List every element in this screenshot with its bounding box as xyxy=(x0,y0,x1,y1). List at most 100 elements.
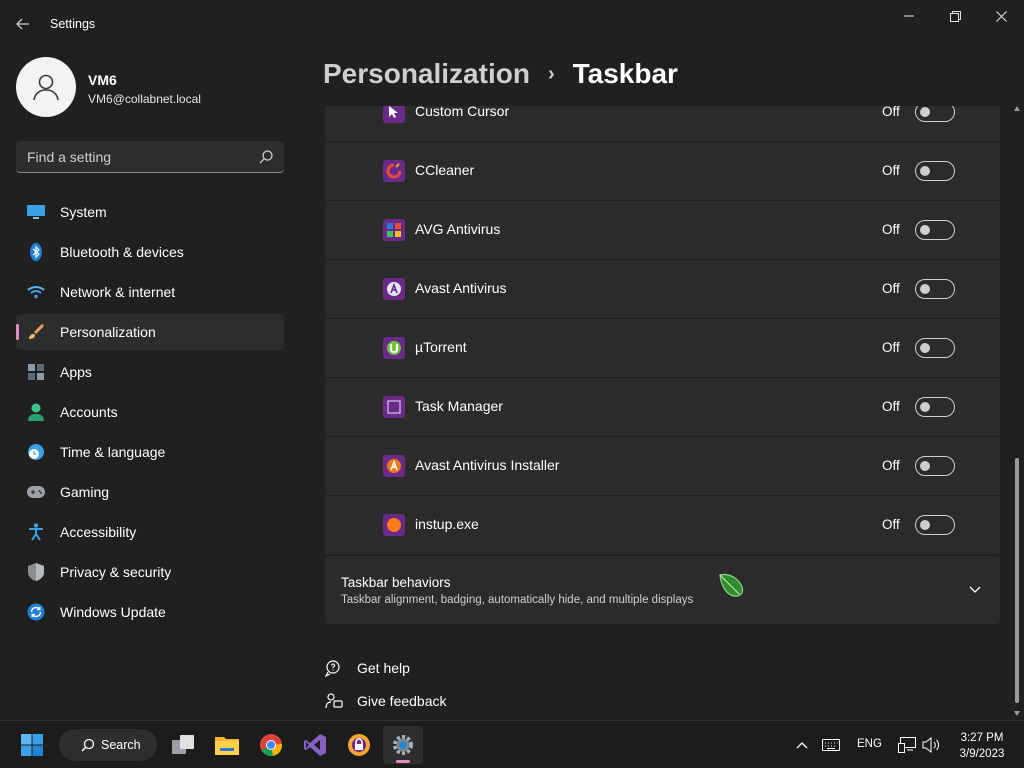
list-item: Avast Antivirus Installer Off xyxy=(325,437,1000,496)
visual-studio-button[interactable] xyxy=(295,726,335,764)
person-icon xyxy=(27,403,45,421)
task-view-button[interactable] xyxy=(163,726,203,764)
taskbar-overflow-app-list: Custom Cursor Off CCleaner Off AVG Antiv… xyxy=(325,106,1000,555)
sidebar-item-system[interactable]: System xyxy=(16,194,284,230)
clock-time: 3:27 PM xyxy=(960,732,1004,744)
folder-icon xyxy=(215,737,239,755)
sidebar-item-windows-update[interactable]: Windows Update xyxy=(16,594,284,630)
close-button[interactable] xyxy=(978,0,1024,32)
brush-icon xyxy=(27,323,45,341)
app-toggle-switch[interactable] xyxy=(915,161,955,181)
app-toggle-switch[interactable] xyxy=(915,106,955,122)
ccleaner-icon xyxy=(383,160,405,182)
speaker-icon xyxy=(922,737,940,753)
get-help-link[interactable]: Get help xyxy=(325,659,410,677)
scroll-up-arrow-icon[interactable] xyxy=(1014,106,1020,111)
chevron-down-icon xyxy=(969,586,981,593)
minimize-button[interactable] xyxy=(886,0,932,32)
minimize-icon xyxy=(904,15,914,17)
sidebar-item-apps[interactable]: Apps xyxy=(16,354,284,390)
globe-clock-icon xyxy=(27,443,45,461)
get-help-label: Get help xyxy=(357,660,410,676)
sidebar-item-label: Accessibility xyxy=(60,524,137,540)
sidebar-item-label: System xyxy=(60,204,107,220)
settings-taskbar-button[interactable] xyxy=(383,726,423,764)
search-placeholder: Find a setting xyxy=(27,149,112,165)
instup-icon xyxy=(383,514,405,536)
app-toggle-switch[interactable] xyxy=(915,279,955,299)
visual-studio-icon xyxy=(304,734,326,756)
sidebar-item-accounts[interactable]: Accounts xyxy=(16,394,284,430)
app-toggle-switch[interactable] xyxy=(915,220,955,240)
give-feedback-label: Give feedback xyxy=(357,693,447,709)
gear-icon xyxy=(393,735,413,755)
list-item: Task Manager Off xyxy=(325,378,1000,437)
settings-search-input[interactable]: Find a setting xyxy=(16,141,284,173)
app-toggle-switch[interactable] xyxy=(915,338,955,358)
chrome-button[interactable] xyxy=(251,726,291,764)
avast-installer-icon xyxy=(383,455,405,477)
sidebar-nav: System Bluetooth & devices Network & int… xyxy=(16,194,284,634)
avast-secure-browser-button[interactable] xyxy=(339,726,379,764)
list-item: Custom Cursor Off xyxy=(325,106,1000,142)
toggle-state-label: Off xyxy=(882,517,900,532)
sidebar-item-network-internet[interactable]: Network & internet xyxy=(16,274,284,310)
sidebar-item-label: Accounts xyxy=(60,404,118,420)
sidebar-item-time-language[interactable]: Time & language xyxy=(16,434,284,470)
breadcrumb-parent-personalization[interactable]: Personalization xyxy=(323,58,530,90)
gamepad-icon xyxy=(27,483,45,501)
volume-button[interactable] xyxy=(920,721,942,768)
sidebar-item-bluetooth-devices[interactable]: Bluetooth & devices xyxy=(16,234,284,270)
user-profile[interactable]: VM6 VM6@collabnet.local xyxy=(16,57,286,117)
list-item: CCleaner Off xyxy=(325,142,1000,201)
task-view-icon xyxy=(172,735,194,754)
windows-taskbar: Search ENG 3:27 PM 3/9/2023 xyxy=(0,720,1024,768)
sidebar-item-privacy-security[interactable]: Privacy & security xyxy=(16,554,284,590)
network-status-button[interactable] xyxy=(896,721,918,768)
breadcrumb: Personalization › Taskbar xyxy=(323,58,678,90)
give-feedback-link[interactable]: Give feedback xyxy=(325,692,447,710)
app-toggle-switch[interactable] xyxy=(915,397,955,417)
sidebar-item-gaming[interactable]: Gaming xyxy=(16,474,284,510)
scroll-down-arrow-icon[interactable] xyxy=(1014,711,1020,716)
scroll-thumb[interactable] xyxy=(1015,458,1019,703)
app-name: Avast Antivirus xyxy=(415,280,507,296)
touch-keyboard-button[interactable] xyxy=(820,721,842,768)
windows-logo-icon xyxy=(21,734,43,756)
restore-button[interactable] xyxy=(932,0,978,32)
chevron-up-icon xyxy=(796,742,808,749)
toggle-knob xyxy=(920,343,930,353)
toggle-knob xyxy=(920,225,930,235)
restore-icon xyxy=(949,10,961,22)
start-button[interactable] xyxy=(12,726,52,764)
input-language-indicator[interactable]: ENG xyxy=(857,738,882,750)
keyboard-icon xyxy=(822,739,840,751)
toggle-knob xyxy=(920,284,930,294)
app-title: Settings xyxy=(50,17,96,31)
toggle-state-label: Off xyxy=(882,340,900,355)
toggle-knob xyxy=(920,166,930,176)
back-button[interactable] xyxy=(8,10,38,38)
app-name: Task Manager xyxy=(415,398,503,414)
file-explorer-button[interactable] xyxy=(207,726,247,764)
app-toggle-switch[interactable] xyxy=(915,515,955,535)
sidebar-item-personalization[interactable]: Personalization xyxy=(16,314,284,350)
taskbar-clock[interactable]: 3:27 PM 3/9/2023 xyxy=(952,730,1012,762)
content-scrollbar[interactable] xyxy=(1014,106,1020,716)
taskbar-search-button[interactable]: Search xyxy=(59,729,157,761)
sidebar-item-accessibility[interactable]: Accessibility xyxy=(16,514,284,550)
taskbar-behaviors-expander[interactable]: Taskbar behaviors Taskbar alignment, bad… xyxy=(325,556,1000,624)
toggle-knob xyxy=(920,520,930,530)
profile-email: VM6@collabnet.local xyxy=(88,92,201,106)
task-manager-icon xyxy=(383,396,405,418)
breadcrumb-separator: › xyxy=(547,62,555,85)
app-name: Custom Cursor xyxy=(415,106,510,119)
sidebar-item-label: Time & language xyxy=(60,444,166,460)
list-item: Avast Antivirus Off xyxy=(325,260,1000,319)
avatar xyxy=(16,57,76,117)
show-hidden-icons-button[interactable] xyxy=(792,721,812,768)
content-panel: Custom Cursor Off CCleaner Off AVG Antiv… xyxy=(325,106,1000,716)
taskbar-behaviors-title: Taskbar behaviors xyxy=(341,575,451,590)
app-name: instup.exe xyxy=(415,516,479,532)
app-toggle-switch[interactable] xyxy=(915,456,955,476)
